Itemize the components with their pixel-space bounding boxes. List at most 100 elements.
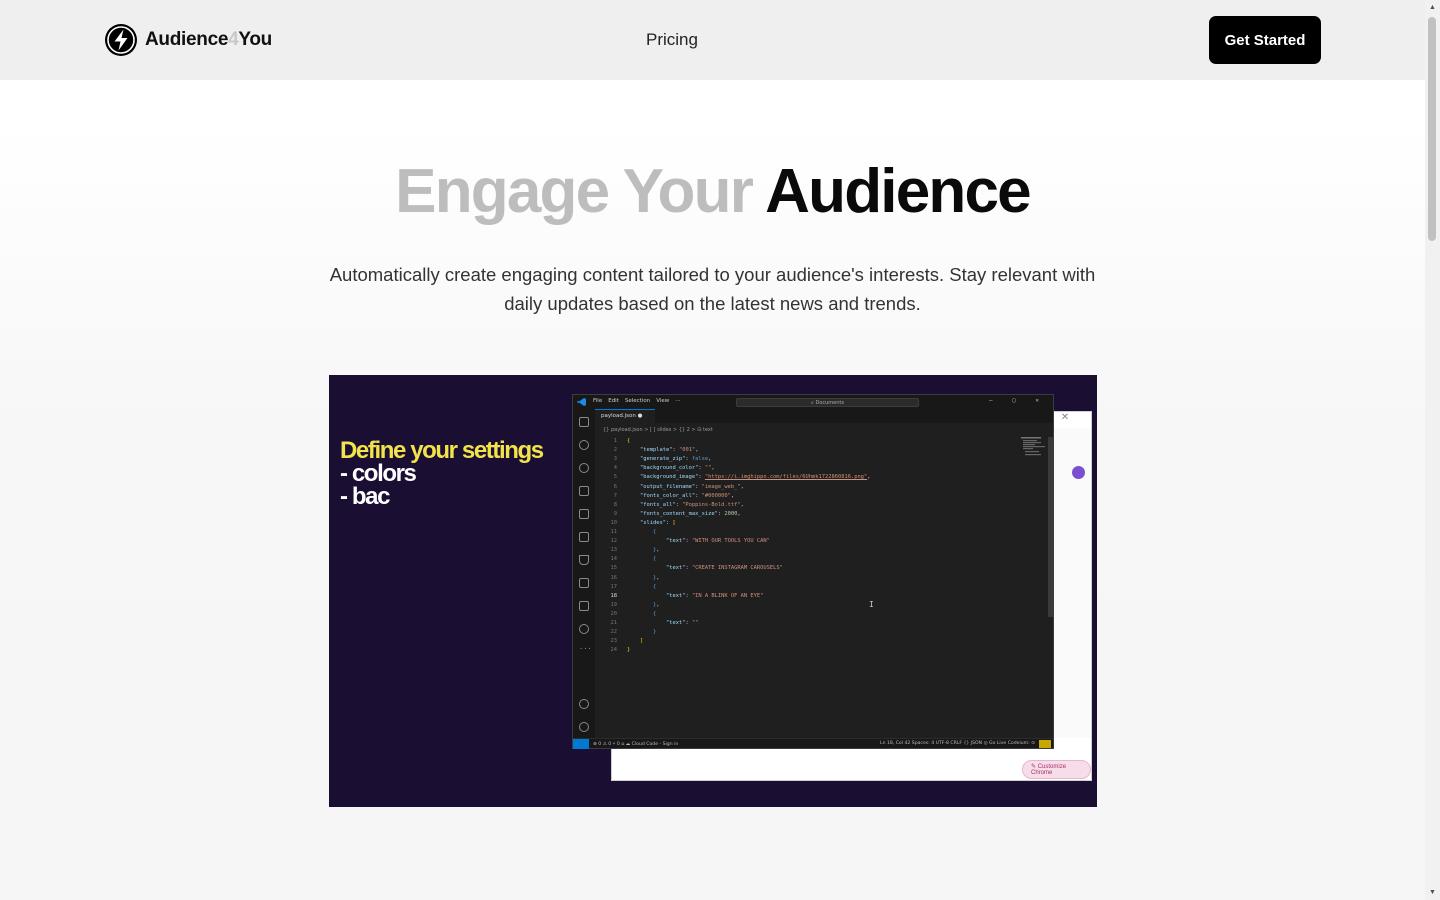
minimap <box>1021 437 1045 456</box>
line-number: 15 <box>610 565 618 572</box>
code-text: { <box>627 438 631 444</box>
line-number: 14 <box>610 556 618 563</box>
code-text: }, <box>652 601 660 608</box>
status-left: ⊗ 0 ⚠ 0 ⑂ 0 ⌂ ☁ Cloud Code - Sign in <box>593 742 679 747</box>
code-line: 6 "output_filename": "image_web_", <box>595 483 744 492</box>
line-number: 9 <box>613 510 617 517</box>
remote-icon <box>573 739 589 749</box>
code-text: "fonts_content_max_size": 2000, <box>639 510 741 517</box>
code-line: 12 "text": "WITH OUR TOOLS YOU CAN" <box>595 537 770 546</box>
hero-title-strong: Audience <box>765 157 1031 226</box>
code-text: } <box>652 629 657 636</box>
code-text: "background_image": "https://i.imghippo.… <box>639 474 871 481</box>
run-debug-icon <box>579 486 589 496</box>
editor-scrollbar <box>1048 437 1053 617</box>
code-line: 20 { <box>595 610 657 619</box>
code-line: 8 "fonts_all": "Poppins-Bold.ttf", <box>595 501 744 510</box>
code-line: 11 { <box>595 528 657 537</box>
code-text: }, <box>652 547 660 554</box>
code-text: "fonts_all": "Poppins-Bold.ttf", <box>639 501 744 508</box>
line-number: 13 <box>610 547 618 554</box>
editor-menu: File Edit Selection View ··· <box>593 398 681 404</box>
tab-payload-json: payload.json ● <box>595 409 655 423</box>
text-cursor-icon: I <box>869 600 874 609</box>
code-line: 21 "text": "" <box>595 619 699 628</box>
video-caption-line1: Define your settings <box>340 437 544 464</box>
code-text: "generate_zip": false, <box>639 456 712 463</box>
code-line: 17 { <box>595 583 657 592</box>
vscode-logo-icon <box>577 398 586 406</box>
editor-tabs: payload.json ● <box>595 409 1053 423</box>
code-text: { <box>652 610 657 617</box>
line-number: 16 <box>610 574 618 581</box>
status-bar: ⊗ 0 ⚠ 0 ⑂ 0 ⌂ ☁ Cloud Code - Sign in Ln … <box>573 738 1053 749</box>
line-number: 12 <box>610 538 618 545</box>
code-text: { <box>652 583 657 590</box>
line-number: 7 <box>613 492 617 499</box>
line-number: 6 <box>613 483 617 490</box>
nav-pricing-link[interactable]: Pricing <box>646 30 698 50</box>
line-number: 20 <box>610 610 618 617</box>
video-caption-line3: - bac <box>340 483 390 510</box>
search-icon <box>579 440 589 450</box>
source-control-icon <box>579 463 589 473</box>
code-line: 14 { <box>595 555 657 564</box>
window-controls: – ▢ ✕ <box>988 397 1047 404</box>
code-line: 5 "background_image": "https://i.imghipp… <box>595 473 871 482</box>
line-number: 18 <box>610 592 618 599</box>
code-text: "text": "CREATE INSTAGRAM CAROUSELS" <box>665 565 783 572</box>
code-line: 3 "generate_zip": false, <box>595 455 712 464</box>
bell-icon <box>1039 740 1051 748</box>
code-line: 23 ] <box>595 637 644 646</box>
brand-name: Audience4You <box>145 29 272 50</box>
python-icon <box>579 601 589 611</box>
menu-selection: Selection <box>624 398 651 404</box>
brand-logo[interactable]: Audience4You <box>105 24 272 56</box>
code-text: "fonts_color_all": "#000000", <box>639 492 735 499</box>
account-icon <box>579 699 589 709</box>
line-number: 8 <box>613 501 617 508</box>
code-line: 22 } <box>595 628 657 637</box>
page-scrollbar[interactable]: ▲ ▼ <box>1425 0 1440 900</box>
code-line: 7 "fonts_color_all": "#000000", <box>595 492 734 501</box>
code-text: "text": "" <box>665 620 699 626</box>
lightning-bolt-icon <box>105 24 137 56</box>
customize-chrome-button: ✎ Customize Chrome <box>1022 760 1091 779</box>
line-number: 3 <box>613 456 617 463</box>
testing-icon <box>579 555 589 565</box>
code-text: "text": "IN A BLINK OF AN EYE" <box>665 592 764 599</box>
code-text: }, <box>652 574 660 581</box>
code-text: ] <box>639 638 644 645</box>
github-icon <box>579 624 589 634</box>
docker-icon <box>579 578 589 588</box>
menu-more: ··· <box>675 398 681 404</box>
breadcrumb: {} payload.json > [ ] slides > {} 2 > ⊟ … <box>603 427 713 433</box>
line-number: 22 <box>610 629 618 636</box>
code-line: 18 "text": "IN A BLINK OF AN EYE" <box>595 592 764 601</box>
code-editor-window: File Edit Selection View ··· ⌕ Documents… <box>572 394 1054 749</box>
code-text: "slides": [ <box>639 519 676 526</box>
code-area: 1{2 "template": "001", 3 "generate_zip": … <box>595 437 1043 727</box>
scroll-up-arrow-icon[interactable]: ▲ <box>1429 4 1436 11</box>
line-number: 10 <box>610 519 618 526</box>
code-line: 19 }, <box>595 601 660 610</box>
code-text: } <box>627 647 631 654</box>
code-text: { <box>652 556 657 563</box>
line-number: 2 <box>613 447 617 454</box>
close-icon: ✕ <box>1060 412 1070 423</box>
get-started-button[interactable]: Get Started <box>1209 16 1321 64</box>
code-text: "template": "001", <box>639 447 699 454</box>
video-caption: Define your settings - colors - bac <box>340 437 544 510</box>
scroll-thumb[interactable] <box>1428 17 1436 241</box>
scroll-down-arrow-icon[interactable]: ▼ <box>1429 889 1436 896</box>
hero-title: Engage Your Audience <box>0 150 1425 234</box>
remote-explorer-icon <box>579 532 589 542</box>
more-icon: ··· <box>579 645 592 653</box>
status-right: Ln 18, Col 42 Spaces: 4 UTF-8 CRLF {} JS… <box>880 741 1035 746</box>
code-line: 4 "background_color": "", <box>595 464 715 473</box>
line-number: 19 <box>610 601 618 608</box>
browser-side-panel <box>1053 428 1091 738</box>
demo-video[interactable]: Define your settings - colors - bac ✕ ✎ … <box>329 375 1097 807</box>
line-number: 1 <box>613 438 617 444</box>
extensions-icon <box>579 509 589 519</box>
